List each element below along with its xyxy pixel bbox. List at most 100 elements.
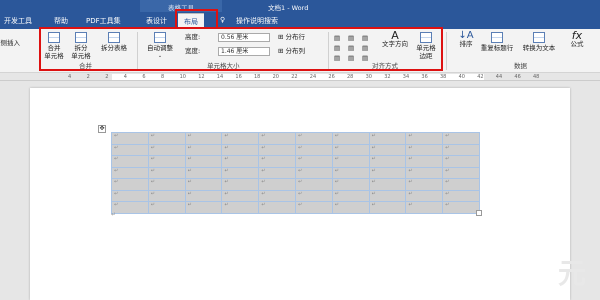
table-cell[interactable]: ↵ xyxy=(258,155,296,168)
table-cell[interactable]: ↵ xyxy=(221,155,260,168)
table-cell[interactable]: ↵ xyxy=(331,166,370,179)
table-cell[interactable]: ↵ xyxy=(442,166,480,179)
table-cell[interactable]: ↵ xyxy=(184,143,223,156)
highlight-ribbon-groups xyxy=(39,27,443,71)
repeat-header-icon xyxy=(491,32,503,43)
table-cell[interactable]: ↵ xyxy=(405,143,444,156)
table-cell[interactable]: ↵ xyxy=(184,201,223,214)
table-cell[interactable]: ↵ xyxy=(368,143,407,156)
table-cell[interactable]: ↵ xyxy=(368,201,407,214)
lightbulb-icon: ♀ xyxy=(220,16,226,24)
table-cell[interactable]: ↵ xyxy=(111,166,149,179)
table-cell[interactable]: ↵ xyxy=(184,132,223,145)
table-cell[interactable]: ↵ xyxy=(294,143,333,156)
table-cell[interactable]: ↵ xyxy=(331,178,370,191)
table-cell[interactable]: ↵ xyxy=(111,189,149,202)
table-cell[interactable]: ↵ xyxy=(147,143,186,156)
table-cell[interactable]: ↵ xyxy=(405,132,444,145)
table-cell[interactable]: ↵ xyxy=(221,178,260,191)
table-row: ↵ ↵ ↵ ↵ ↵ ↵ ↵ ↵ ↵ ↵ xyxy=(111,155,480,168)
data-group-label: 数据 xyxy=(514,62,527,70)
table-cell[interactable]: ↵ xyxy=(258,178,296,191)
ruler-tick: 10 xyxy=(179,74,186,80)
tab-pdf-tools[interactable]: PDF工具集 xyxy=(86,16,121,26)
tab-table-design[interactable]: 表设计 xyxy=(146,16,167,26)
table-cell[interactable]: ↵ xyxy=(405,201,444,214)
table-cell[interactable]: ↵ xyxy=(294,178,333,191)
table-cell[interactable]: ↵ xyxy=(111,201,149,214)
ruler-tick: 18 xyxy=(254,74,261,80)
convert-text-button[interactable]: 转换为文本 xyxy=(520,32,558,52)
tab-developer[interactable]: 开发工具 xyxy=(4,16,32,26)
table-cell[interactable]: ↵ xyxy=(294,201,333,214)
table-cell[interactable]: ↵ xyxy=(405,178,444,191)
table-cell[interactable]: ↵ xyxy=(147,166,186,179)
tell-me-search[interactable]: 操作说明搜索 xyxy=(236,16,278,26)
table-resize-handle[interactable] xyxy=(476,210,482,216)
table-cell[interactable]: ↵ xyxy=(111,132,149,145)
table-cell[interactable]: ↵ xyxy=(111,178,149,191)
repeat-header-label: 重复标题行 xyxy=(480,44,514,52)
table-cell[interactable]: ↵ xyxy=(331,132,370,145)
table-cell[interactable]: ↵ xyxy=(368,132,407,145)
tab-help[interactable]: 帮助 xyxy=(54,16,68,26)
table-cell[interactable]: ↵ xyxy=(221,143,260,156)
sort-button[interactable]: ↓A 排序 xyxy=(455,30,477,49)
table-row: ↵ ↵ ↵ ↵ ↵ ↵ ↵ ↵ ↵ ↵ xyxy=(111,166,480,179)
table-cell[interactable]: ↵ xyxy=(331,189,370,202)
ruler-text-area xyxy=(112,74,484,80)
watermark-logo: 元 xyxy=(558,257,587,290)
ruler-tick: 36 xyxy=(421,74,428,80)
table-cell[interactable]: ↵ xyxy=(405,166,444,179)
table-cell[interactable]: ↵ xyxy=(294,166,333,179)
formula-button[interactable]: fx 公式 xyxy=(566,30,588,48)
sort-icon: ↓A xyxy=(458,30,474,41)
table-cell[interactable]: ↵ xyxy=(258,189,296,202)
table-cell[interactable]: ↵ xyxy=(258,166,296,179)
table-cell[interactable]: ↵ xyxy=(221,201,260,214)
table-cell[interactable]: ↵ xyxy=(258,143,296,156)
table-cell[interactable]: ↵ xyxy=(147,201,186,214)
table-cell[interactable]: ↵ xyxy=(111,155,149,168)
table-cell[interactable]: ↵ xyxy=(294,189,333,202)
table-cell[interactable]: ↵ xyxy=(147,178,186,191)
table-cell[interactable]: ↵ xyxy=(147,189,186,202)
table-cell[interactable]: ↵ xyxy=(258,201,296,214)
table-cell[interactable]: ↵ xyxy=(331,143,370,156)
table-cell[interactable]: ↵ xyxy=(405,189,444,202)
table-cell[interactable]: ↵ xyxy=(184,189,223,202)
table-cell[interactable]: ↵ xyxy=(294,132,333,145)
document-table[interactable]: ↵ ↵ ↵ ↵ ↵ ↵ ↵ ↵ ↵ ↵ ↵ ↵ ↵ ↵ ↵ ↵ ↵ ↵ ↵ ↵ ↵ ↵ ↵ ↵ ↵ ↵ ↵ ↵ ↵ ↵ ↵ ↵ ↵ ↵ ↵ ↵ ↵ ↵ ↵ ↵… xyxy=(111,132,480,214)
insert-left-button[interactable]: 在侧插入 xyxy=(0,39,20,47)
table-cell[interactable]: ↵ xyxy=(221,132,260,145)
table-cell[interactable]: ↵ xyxy=(368,155,407,168)
repeat-header-button[interactable]: 重复标题行 xyxy=(479,32,515,52)
table-cell[interactable]: ↵ xyxy=(184,155,223,168)
table-cell[interactable]: ↵ xyxy=(147,155,186,168)
table-cell[interactable]: ↵ xyxy=(184,166,223,179)
table-cell[interactable]: ↵ xyxy=(331,155,370,168)
table-cell[interactable]: ↵ xyxy=(294,155,333,168)
table-cell[interactable]: ↵ xyxy=(331,201,370,214)
table-cell[interactable]: ↵ xyxy=(442,178,480,191)
table-cell[interactable]: ↵ xyxy=(221,166,260,179)
table-cell[interactable]: ↵ xyxy=(221,189,260,202)
table-cell[interactable]: ↵ xyxy=(111,143,149,156)
ruler-tick: 40 xyxy=(458,74,465,80)
ruler-tick: 2 xyxy=(105,74,109,80)
table-cell[interactable]: ↵ xyxy=(442,189,480,202)
ruler-tick: 48 xyxy=(533,74,540,80)
table-move-handle[interactable]: ✥ xyxy=(98,125,106,133)
table-cell[interactable]: ↵ xyxy=(184,178,223,191)
table-cell[interactable]: ↵ xyxy=(147,132,186,145)
table-cell[interactable]: ↵ xyxy=(368,166,407,179)
table-cell[interactable]: ↵ xyxy=(368,189,407,202)
ruler-tick: 42 xyxy=(477,74,484,80)
table-cell[interactable]: ↵ xyxy=(258,132,296,145)
table-cell[interactable]: ↵ xyxy=(368,178,407,191)
table-cell[interactable]: ↵ xyxy=(442,143,480,156)
table-cell[interactable]: ↵ xyxy=(442,201,480,214)
table-cell[interactable]: ↵ xyxy=(442,132,480,145)
table-cell[interactable]: ↵ xyxy=(442,155,480,168)
table-cell[interactable]: ↵ xyxy=(405,155,444,168)
